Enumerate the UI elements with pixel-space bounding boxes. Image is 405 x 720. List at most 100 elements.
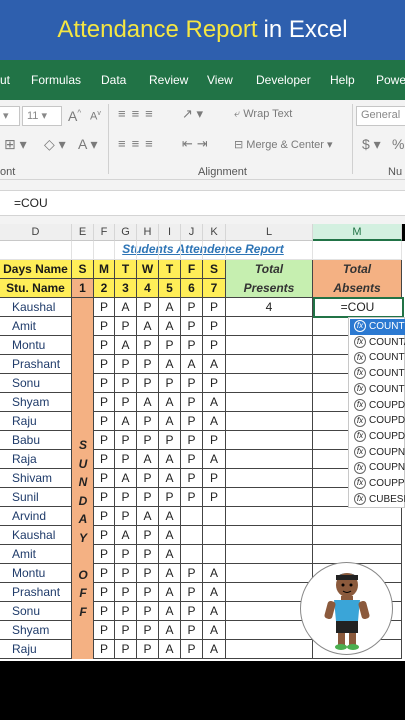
function-autocomplete-list[interactable]: fxCOUNTfxCOUNTAfxCOUNTBfxCOUNTIfxCOUNTIf… xyxy=(348,317,405,508)
total-presents-cell[interactable] xyxy=(226,564,313,583)
total-presents-cell[interactable] xyxy=(226,431,313,450)
student-name-cell[interactable]: Sonu xyxy=(0,602,72,621)
attendance-cell[interactable]: P xyxy=(181,336,203,355)
attendance-cell[interactable]: P xyxy=(115,374,137,393)
column-header-l[interactable]: L xyxy=(226,224,313,241)
attendance-cell[interactable]: A xyxy=(159,621,181,640)
attendance-cell[interactable]: A xyxy=(203,564,226,583)
attendance-cell[interactable]: P xyxy=(94,602,115,621)
autocomplete-item[interactable]: fxCOUNTB xyxy=(350,350,405,366)
attendance-cell[interactable]: A xyxy=(115,526,137,545)
attendance-cell[interactable]: P xyxy=(181,640,203,659)
tab-insert-layout[interactable]: ut xyxy=(0,73,10,87)
attendance-cell[interactable]: P xyxy=(181,431,203,450)
attendance-cell[interactable]: A xyxy=(159,640,181,659)
attendance-cell[interactable] xyxy=(203,507,226,526)
attendance-cell[interactable]: A xyxy=(137,317,159,336)
formula-bar[interactable]: =COU xyxy=(0,190,405,216)
attendance-cell[interactable]: A xyxy=(159,583,181,602)
attendance-cell[interactable]: P xyxy=(94,640,115,659)
total-absents-cell[interactable] xyxy=(313,526,402,545)
attendance-cell[interactable]: P xyxy=(137,602,159,621)
student-name-cell[interactable]: Shyam xyxy=(0,393,72,412)
indent-icons[interactable]: ⇤⇥ xyxy=(182,136,212,152)
merge-center-button[interactable]: ⊟ Merge & Center ▾ xyxy=(234,138,333,151)
attendance-cell[interactable]: P xyxy=(94,336,115,355)
tab-power[interactable]: Powe xyxy=(376,73,405,87)
active-cell-formula[interactable]: =COU xyxy=(313,298,402,317)
attendance-cell[interactable]: P xyxy=(181,469,203,488)
total-presents-cell[interactable] xyxy=(226,545,313,564)
total-presents-cell[interactable] xyxy=(226,621,313,640)
attendance-cell[interactable]: P xyxy=(181,298,203,317)
autocomplete-item[interactable]: fx COUNTI xyxy=(350,382,405,398)
attendance-cell[interactable]: A xyxy=(115,298,137,317)
attendance-cell[interactable]: P xyxy=(94,298,115,317)
attendance-cell[interactable]: A xyxy=(137,450,159,469)
total-presents-cell[interactable] xyxy=(226,317,313,336)
column-header-e[interactable]: E xyxy=(72,224,94,241)
column-header-d[interactable]: D xyxy=(0,224,72,241)
attendance-cell[interactable] xyxy=(203,545,226,564)
attendance-cell[interactable]: A xyxy=(159,545,181,564)
total-presents-cell[interactable] xyxy=(226,526,313,545)
attendance-cell[interactable]: P xyxy=(181,488,203,507)
attendance-cell[interactable]: P xyxy=(94,488,115,507)
attendance-cell[interactable] xyxy=(181,507,203,526)
attendance-cell[interactable]: A xyxy=(159,355,181,374)
attendance-cell[interactable]: P xyxy=(203,488,226,507)
attendance-cell[interactable]: A xyxy=(203,602,226,621)
student-name-cell[interactable]: Amit xyxy=(0,545,72,564)
attendance-cell[interactable] xyxy=(181,545,203,564)
attendance-cell[interactable]: P xyxy=(203,317,226,336)
attendance-cell[interactable]: A xyxy=(203,355,226,374)
attendance-cell[interactable]: P xyxy=(181,393,203,412)
column-header-m[interactable]: M xyxy=(313,224,402,241)
autocomplete-item[interactable]: fx COUPD xyxy=(350,429,405,445)
orientation-icon[interactable]: ↗ ▾ xyxy=(182,106,203,122)
autocomplete-item[interactable]: fx COUPN xyxy=(350,445,405,461)
attendance-cell[interactable]: P xyxy=(159,488,181,507)
attendance-cell[interactable]: P xyxy=(94,355,115,374)
attendance-cell[interactable]: P xyxy=(94,583,115,602)
student-name-cell[interactable]: Prashant xyxy=(0,583,72,602)
student-name-cell[interactable]: Sonu xyxy=(0,374,72,393)
attendance-cell[interactable] xyxy=(181,526,203,545)
attendance-cell[interactable]: P xyxy=(115,583,137,602)
attendance-cell[interactable]: P xyxy=(137,412,159,431)
student-name-cell[interactable]: Montu xyxy=(0,564,72,583)
total-absents-cell[interactable] xyxy=(313,545,402,564)
total-presents-cell[interactable] xyxy=(226,469,313,488)
attendance-cell[interactable]: A xyxy=(159,526,181,545)
attendance-cell[interactable]: P xyxy=(137,374,159,393)
attendance-cell[interactable]: A xyxy=(159,450,181,469)
attendance-cell[interactable]: A xyxy=(203,393,226,412)
attendance-cell[interactable]: P xyxy=(115,545,137,564)
attendance-cell[interactable]: P xyxy=(94,412,115,431)
total-presents-cell[interactable] xyxy=(226,507,313,526)
attendance-cell[interactable]: A xyxy=(159,298,181,317)
student-name-cell[interactable]: Raju xyxy=(0,640,72,659)
attendance-cell[interactable]: P xyxy=(115,602,137,621)
tab-view[interactable]: View xyxy=(207,73,233,87)
attendance-cell[interactable]: P xyxy=(159,336,181,355)
horizontal-align-icons[interactable]: ≡≡≡ xyxy=(118,136,159,151)
attendance-cell[interactable]: A xyxy=(203,412,226,431)
percent-button[interactable]: % xyxy=(392,136,404,152)
attendance-cell[interactable]: P xyxy=(203,298,226,317)
attendance-cell[interactable]: P xyxy=(203,374,226,393)
attendance-cell[interactable]: P xyxy=(94,450,115,469)
column-header-j[interactable]: J xyxy=(181,224,203,241)
attendance-cell[interactable]: P xyxy=(137,298,159,317)
attendance-cell[interactable]: P xyxy=(159,431,181,450)
total-presents-cell[interactable] xyxy=(226,355,313,374)
attendance-cell[interactable]: A xyxy=(137,393,159,412)
total-presents-cell[interactable] xyxy=(226,412,313,431)
attendance-cell[interactable]: P xyxy=(137,469,159,488)
total-presents-cell[interactable] xyxy=(226,393,313,412)
total-absents-cell[interactable] xyxy=(313,507,402,526)
attendance-cell[interactable]: P xyxy=(137,545,159,564)
student-name-cell[interactable]: Babu xyxy=(0,431,72,450)
fill-color-icon[interactable]: ◇ ▾ xyxy=(44,136,66,153)
attendance-cell[interactable]: A xyxy=(159,317,181,336)
